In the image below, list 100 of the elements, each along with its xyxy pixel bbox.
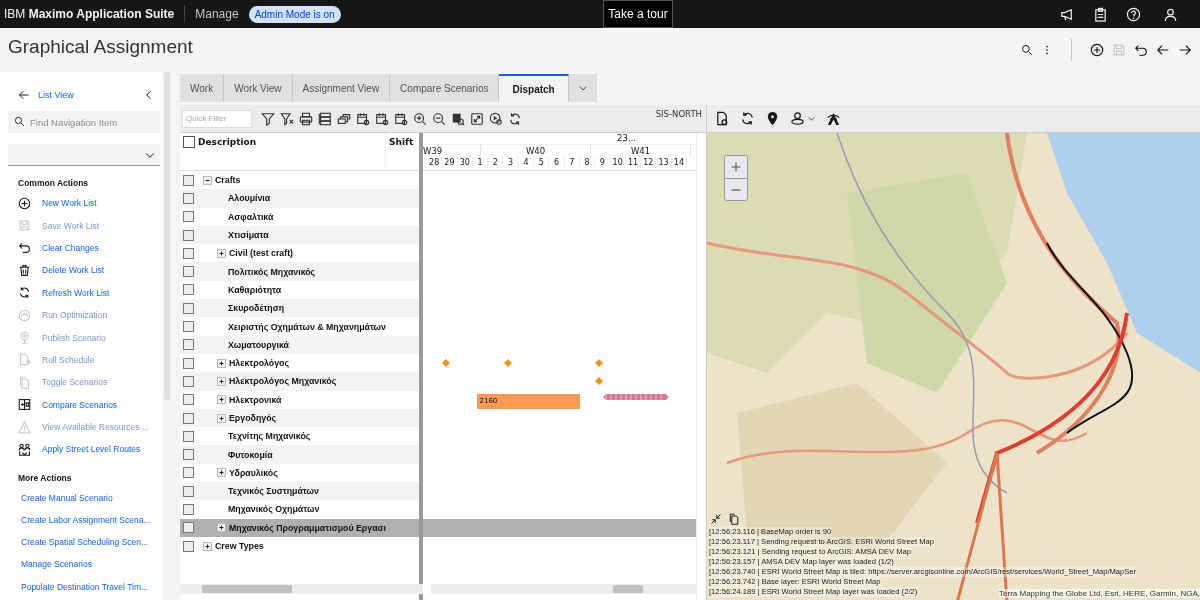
checkbox[interactable] (183, 540, 194, 552)
document-gear-icon[interactable] (715, 111, 730, 126)
expand-icon[interactable] (217, 413, 226, 423)
help-icon[interactable] (1126, 6, 1141, 22)
forward-arrow-icon[interactable] (1178, 43, 1192, 57)
person-icon[interactable] (790, 111, 805, 126)
tree-row[interactable]: Crafts (180, 171, 419, 190)
tab[interactable]: Compare Scenarios (390, 74, 500, 102)
tree-row[interactable]: Ηλεκτρολόγος Μηχανικός (180, 372, 419, 391)
action-item[interactable]: Apply Street Level Routes (8, 438, 163, 461)
tree-row[interactable]: Τεχνικός Συστημάτων (180, 482, 419, 501)
map-pin-icon[interactable] (765, 111, 780, 126)
checkbox[interactable] (183, 339, 194, 351)
expand-icon[interactable] (203, 541, 212, 551)
rows-icon[interactable] (318, 111, 332, 126)
collapse-icon[interactable] (203, 175, 212, 185)
checkbox[interactable] (183, 449, 194, 461)
tree-row[interactable]: Μηχανικός Οχημάτων (180, 500, 419, 519)
checkbox[interactable] (183, 357, 194, 369)
action-link[interactable]: Create Manual Scenario (8, 486, 163, 509)
add-icon[interactable] (1090, 43, 1104, 57)
copy-icon[interactable] (728, 513, 740, 525)
list-view-link[interactable]: List View (38, 90, 74, 100)
action-link[interactable]: Populate Destination Travel Tim... (8, 575, 163, 598)
tree-row[interactable]: Σκυροδέτηση (180, 299, 419, 318)
app-name[interactable]: Manage (185, 7, 249, 21)
tree-row[interactable]: Ηλεκτρολόγος (180, 353, 419, 373)
tree-row[interactable]: Εργοδηγός (180, 408, 419, 428)
checkbox[interactable] (183, 504, 194, 515)
print-icon[interactable] (299, 111, 313, 126)
checkbox[interactable] (183, 375, 194, 387)
play-search-icon[interactable] (489, 111, 503, 126)
tower-icon[interactable] (826, 111, 841, 126)
tree-row[interactable]: Αλουμίνια (180, 189, 419, 208)
checkbox[interactable] (183, 302, 194, 314)
tab[interactable]: Work (180, 74, 225, 102)
tree-row[interactable]: Ηλεκτρονικά (180, 390, 419, 409)
checkbox[interactable] (183, 247, 194, 259)
tree-row[interactable]: Τεχνίτης Μηχανικός (180, 427, 419, 446)
back-arrow-icon[interactable] (1156, 43, 1170, 57)
tab[interactable]: Assignment View (292, 74, 391, 102)
zoom-out-icon[interactable] (432, 111, 446, 126)
expand-icon[interactable] (217, 523, 226, 533)
action-item[interactable]: Delete Work List (8, 259, 163, 282)
checkbox[interactable] (183, 211, 194, 223)
stack-icon[interactable] (337, 111, 351, 126)
tree-row[interactable]: Χτισίματα (180, 225, 419, 245)
horizontal-scrollbar[interactable] (180, 584, 423, 594)
scrollbar-thumb[interactable] (164, 72, 170, 400)
checkbox[interactable] (183, 321, 194, 332)
checkbox[interactable] (183, 394, 194, 406)
zoom-in-icon[interactable] (413, 111, 427, 126)
column-header[interactable]: Description (198, 137, 257, 147)
calendar-icon[interactable] (375, 111, 389, 126)
megaphone-icon[interactable] (1060, 6, 1075, 22)
tree-row[interactable]: Crew Types (180, 536, 419, 556)
action-link[interactable]: Manage Scenarios (8, 553, 163, 576)
tree-row[interactable]: Χωματουργικά (180, 335, 419, 354)
calendar-icon[interactable] (356, 111, 370, 126)
chevron-down-icon[interactable] (807, 114, 816, 123)
expand-icon[interactable] (217, 468, 226, 478)
expand-icon[interactable] (217, 395, 226, 405)
collapse-icon[interactable] (710, 513, 722, 525)
tab[interactable]: Work View (224, 74, 293, 102)
filter-icon[interactable] (261, 111, 275, 126)
action-link[interactable]: Create Spatial Scheduling Scen... (8, 531, 163, 554)
calendar-search-icon[interactable] (451, 111, 465, 126)
checkbox[interactable] (183, 467, 194, 479)
search-icon[interactable] (1021, 44, 1033, 56)
clipboard-icon[interactable] (1093, 6, 1108, 22)
tour-button[interactable]: Take a tour (603, 0, 673, 28)
action-item[interactable]: Compare Scenarios (8, 393, 163, 416)
fit-icon[interactable] (470, 111, 484, 126)
user-icon[interactable] (1163, 6, 1178, 22)
tree-row[interactable]: Φυτοκομία (180, 445, 419, 464)
checkbox[interactable] (183, 136, 195, 148)
checkbox[interactable] (183, 485, 194, 497)
action-link[interactable]: Create Labor Assignment Scena... (8, 508, 163, 532)
checkbox[interactable] (183, 412, 194, 424)
clear-filter-icon[interactable] (280, 111, 294, 126)
expand-icon[interactable] (217, 376, 226, 386)
tree-row[interactable]: Υδραυλικός (180, 463, 419, 483)
hatched-task-bar[interactable] (602, 393, 669, 400)
checkbox[interactable] (183, 284, 194, 296)
refresh-icon[interactable] (508, 111, 522, 126)
checkbox[interactable] (183, 229, 194, 241)
column-header[interactable]: Shift (389, 137, 414, 147)
action-item[interactable]: Refresh Work List (8, 281, 163, 304)
checkbox[interactable] (183, 430, 194, 442)
quick-filter-field[interactable]: Quick Filter (182, 109, 252, 128)
tree-row[interactable]: Civil (test craft) (180, 244, 419, 263)
tab[interactable]: Dispatch (499, 74, 569, 102)
search-field[interactable]: Find Navigation Item (8, 111, 160, 133)
action-item[interactable]: New Work List (8, 192, 163, 215)
action-item[interactable]: Clear Changes (8, 236, 163, 260)
checkbox[interactable] (183, 522, 194, 534)
expand-icon[interactable] (217, 248, 226, 258)
tree-row[interactable]: Μηχανικός Προγραμματισμού Εργασι (180, 518, 419, 537)
tree-row[interactable]: Καθαριότητα (180, 280, 419, 300)
tree-row[interactable]: Πολιτικός Μηχανικός (180, 262, 419, 281)
